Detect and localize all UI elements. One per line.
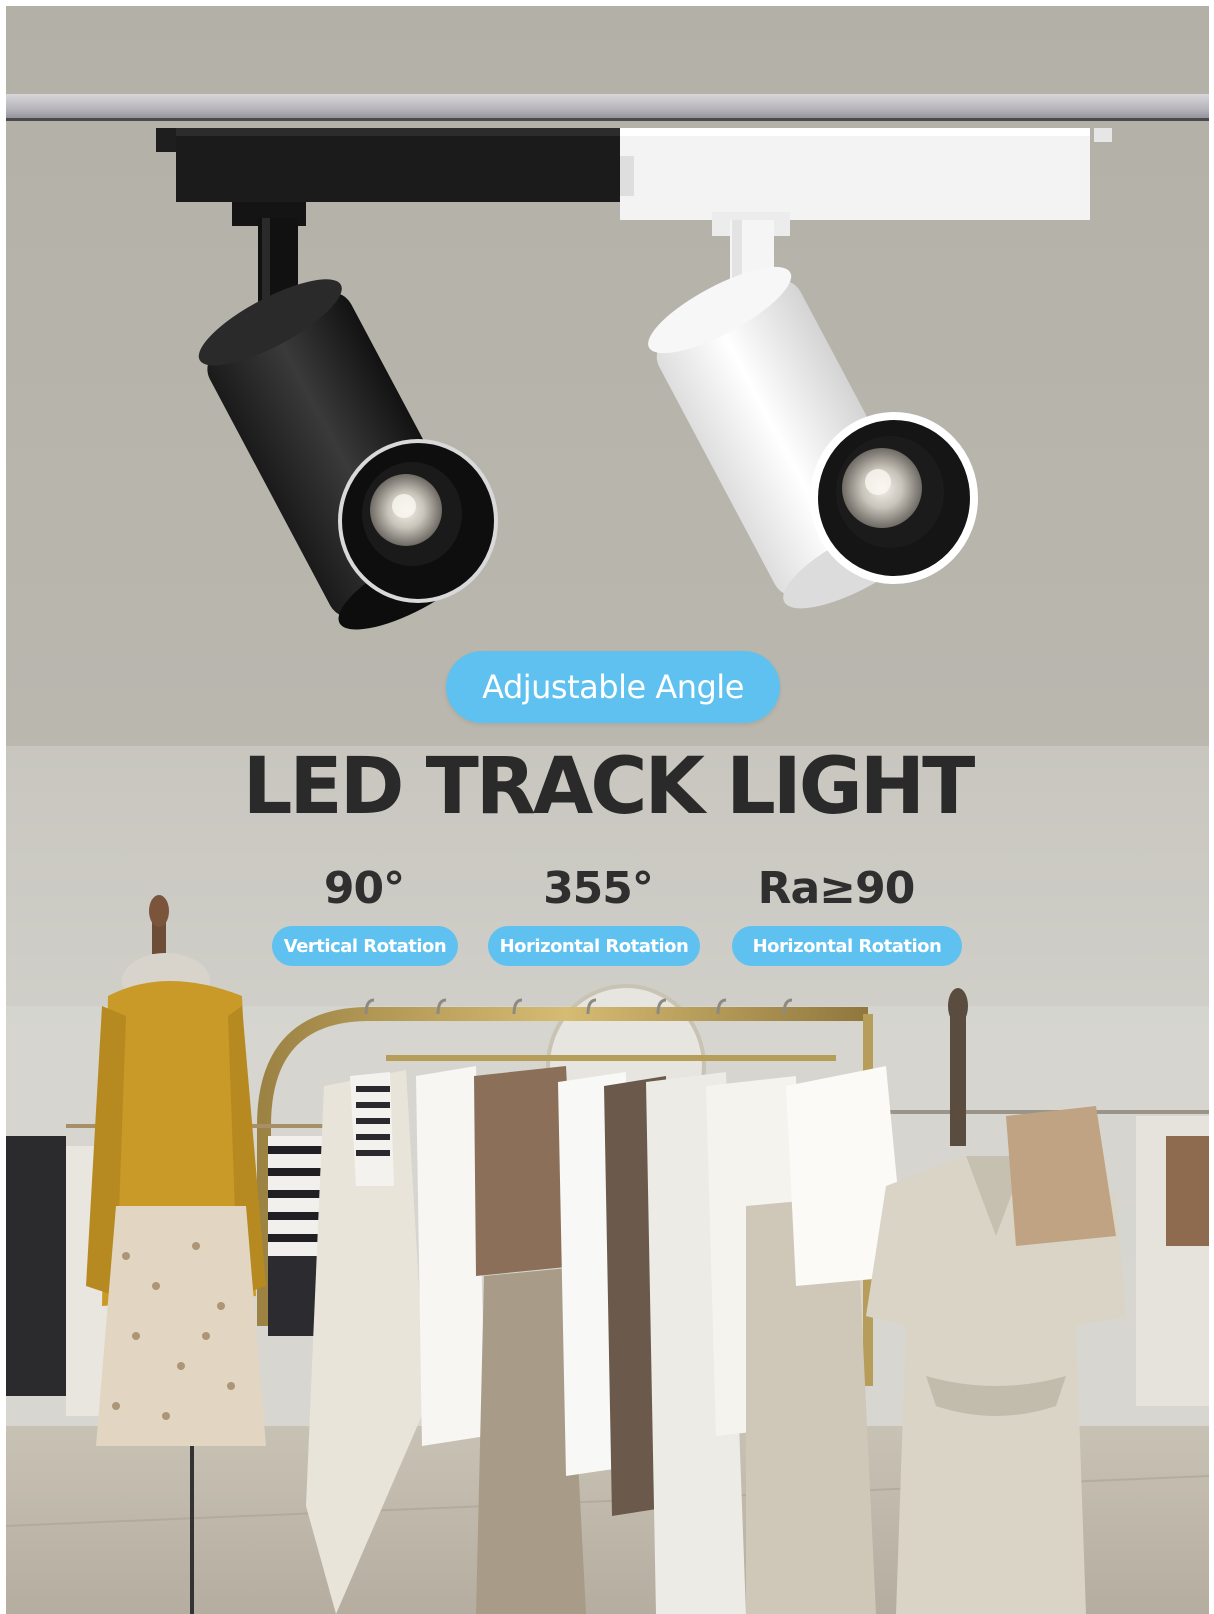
color-rendering-value: Ra≥90	[757, 863, 916, 914]
vertical-rotation-value: 90°	[323, 863, 405, 914]
color-rendering-label: Horizontal Rotation	[752, 935, 942, 957]
track-rail-icon	[6, 94, 1209, 120]
color-rendering-badge: Horizontal Rotation	[732, 926, 962, 966]
product-banner: Adjustable Angle LED TRACK LIGHT 90° Ver…	[6, 6, 1209, 1614]
horizontal-rotation-label: Horizontal Rotation	[499, 935, 689, 957]
adjustable-angle-badge: Adjustable Angle	[446, 651, 780, 723]
horizontal-rotation-value: 355°	[543, 863, 654, 914]
vertical-rotation-badge: Vertical Rotation	[272, 926, 458, 966]
product-headline: LED TRACK LIGHT	[242, 742, 976, 832]
horizontal-rotation-badge: Horizontal Rotation	[488, 926, 700, 966]
vertical-rotation-label: Vertical Rotation	[283, 935, 447, 957]
adjustable-angle-label: Adjustable Angle	[482, 668, 744, 706]
